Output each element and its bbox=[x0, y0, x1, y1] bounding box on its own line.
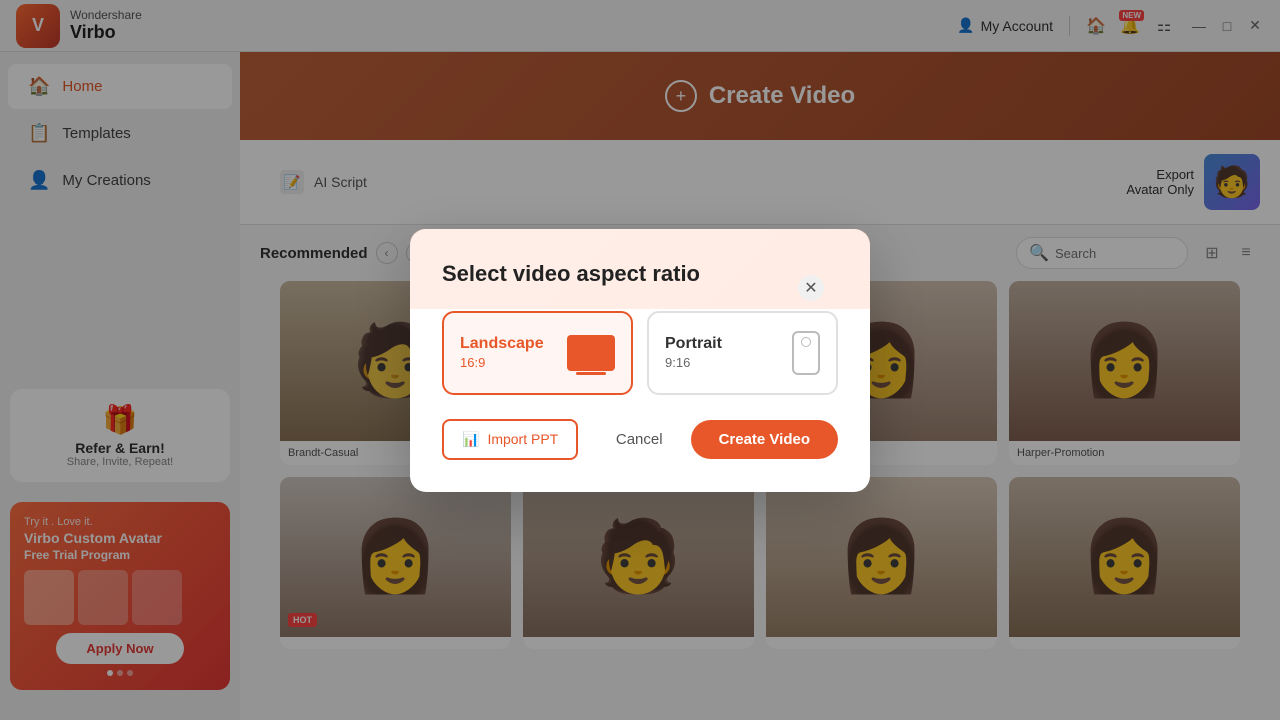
landscape-label: Landscape bbox=[460, 335, 544, 353]
create-video-modal-button[interactable]: Create Video bbox=[691, 420, 838, 459]
landscape-sublabel: 16:9 bbox=[460, 355, 544, 370]
landscape-text-group: Landscape 16:9 bbox=[460, 335, 544, 370]
modal-actions: 📊 Import PPT Cancel Create Video bbox=[442, 419, 838, 460]
modal-right-actions: Cancel Create Video bbox=[600, 420, 838, 459]
landscape-option[interactable]: Landscape 16:9 bbox=[442, 311, 633, 395]
landscape-preview-icon bbox=[567, 335, 615, 371]
modal-close-button[interactable]: ✕ bbox=[798, 275, 824, 301]
cancel-button[interactable]: Cancel bbox=[600, 421, 679, 458]
portrait-sublabel: 9:16 bbox=[665, 355, 722, 370]
select-aspect-ratio-modal: ✕ Select video aspect ratio Landscape 16… bbox=[410, 229, 870, 492]
portrait-option[interactable]: Portrait 9:16 bbox=[647, 311, 838, 395]
modal-title: Select video aspect ratio bbox=[442, 261, 838, 287]
portrait-text-group: Portrait 9:16 bbox=[665, 335, 722, 370]
ratio-options: Landscape 16:9 Portrait 9:16 bbox=[442, 311, 838, 395]
import-ppt-button[interactable]: 📊 Import PPT bbox=[442, 419, 578, 460]
import-ppt-label: Import PPT bbox=[487, 431, 558, 447]
modal-content: ✕ Select video aspect ratio Landscape 16… bbox=[442, 261, 838, 460]
portrait-label: Portrait bbox=[665, 335, 722, 353]
portrait-preview-icon bbox=[792, 331, 820, 375]
modal-overlay[interactable]: ✕ Select video aspect ratio Landscape 16… bbox=[0, 0, 1280, 720]
import-ppt-icon: 📊 bbox=[462, 431, 479, 448]
